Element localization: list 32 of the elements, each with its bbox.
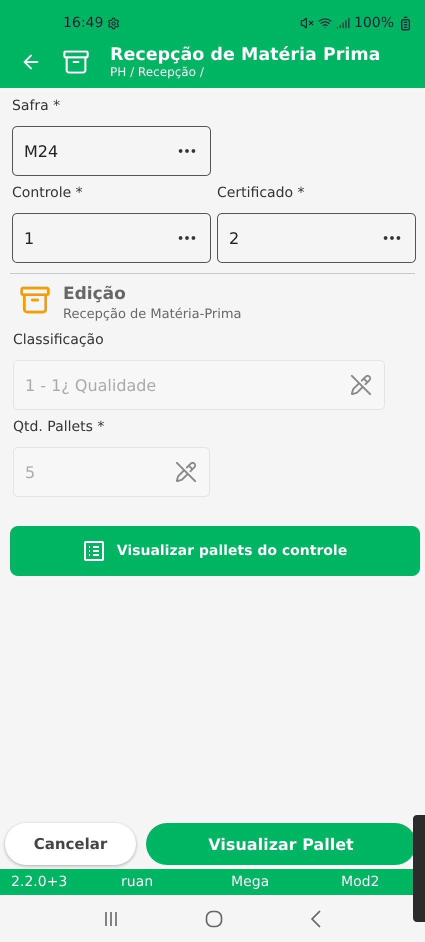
pencil-off-icon (350, 374, 372, 396)
footer-text: Mod2 (341, 874, 380, 890)
input-field[interactable]: 2 (217, 213, 416, 263)
field-label: Qtd. Pallets * (13, 419, 106, 437)
wifi-icon (318, 16, 332, 30)
mute-icon (300, 16, 314, 30)
section-title: Edição (63, 284, 127, 304)
breadcrumb: PH / Recepção / (110, 65, 205, 79)
footer-text: ruan (121, 874, 154, 890)
battery-icon (398, 16, 413, 30)
status-time: 16:49 (63, 15, 104, 31)
settings-icon (107, 16, 120, 30)
list-icon (82, 540, 105, 562)
archive-icon (62, 48, 90, 76)
home-icon[interactable] (205, 910, 224, 928)
section-subtitle: Recepção de Matéria-Prima (63, 307, 242, 322)
field-label: Safra * (12, 98, 62, 116)
cancel-button[interactable]: Cancelar (5, 823, 136, 865)
back-nav-icon[interactable] (310, 910, 322, 928)
input-field[interactable]: 1 (12, 213, 211, 263)
archive-icon (19, 284, 51, 316)
field-label: Controle * (12, 185, 84, 203)
input-field[interactable]: M24 (12, 126, 211, 176)
signal-icon (336, 16, 350, 30)
battery-percent: 100% (354, 15, 394, 31)
field-label: Classificação (13, 332, 105, 350)
footer-text: 2.2.0+3 (11, 874, 68, 890)
field-label: Certificado * (217, 185, 306, 203)
page-title: Recepção de Matéria Prima (110, 45, 380, 65)
recent-apps-icon[interactable] (103, 910, 120, 926)
pencil-off-icon (175, 461, 197, 483)
footer-text: Mega (231, 874, 270, 890)
